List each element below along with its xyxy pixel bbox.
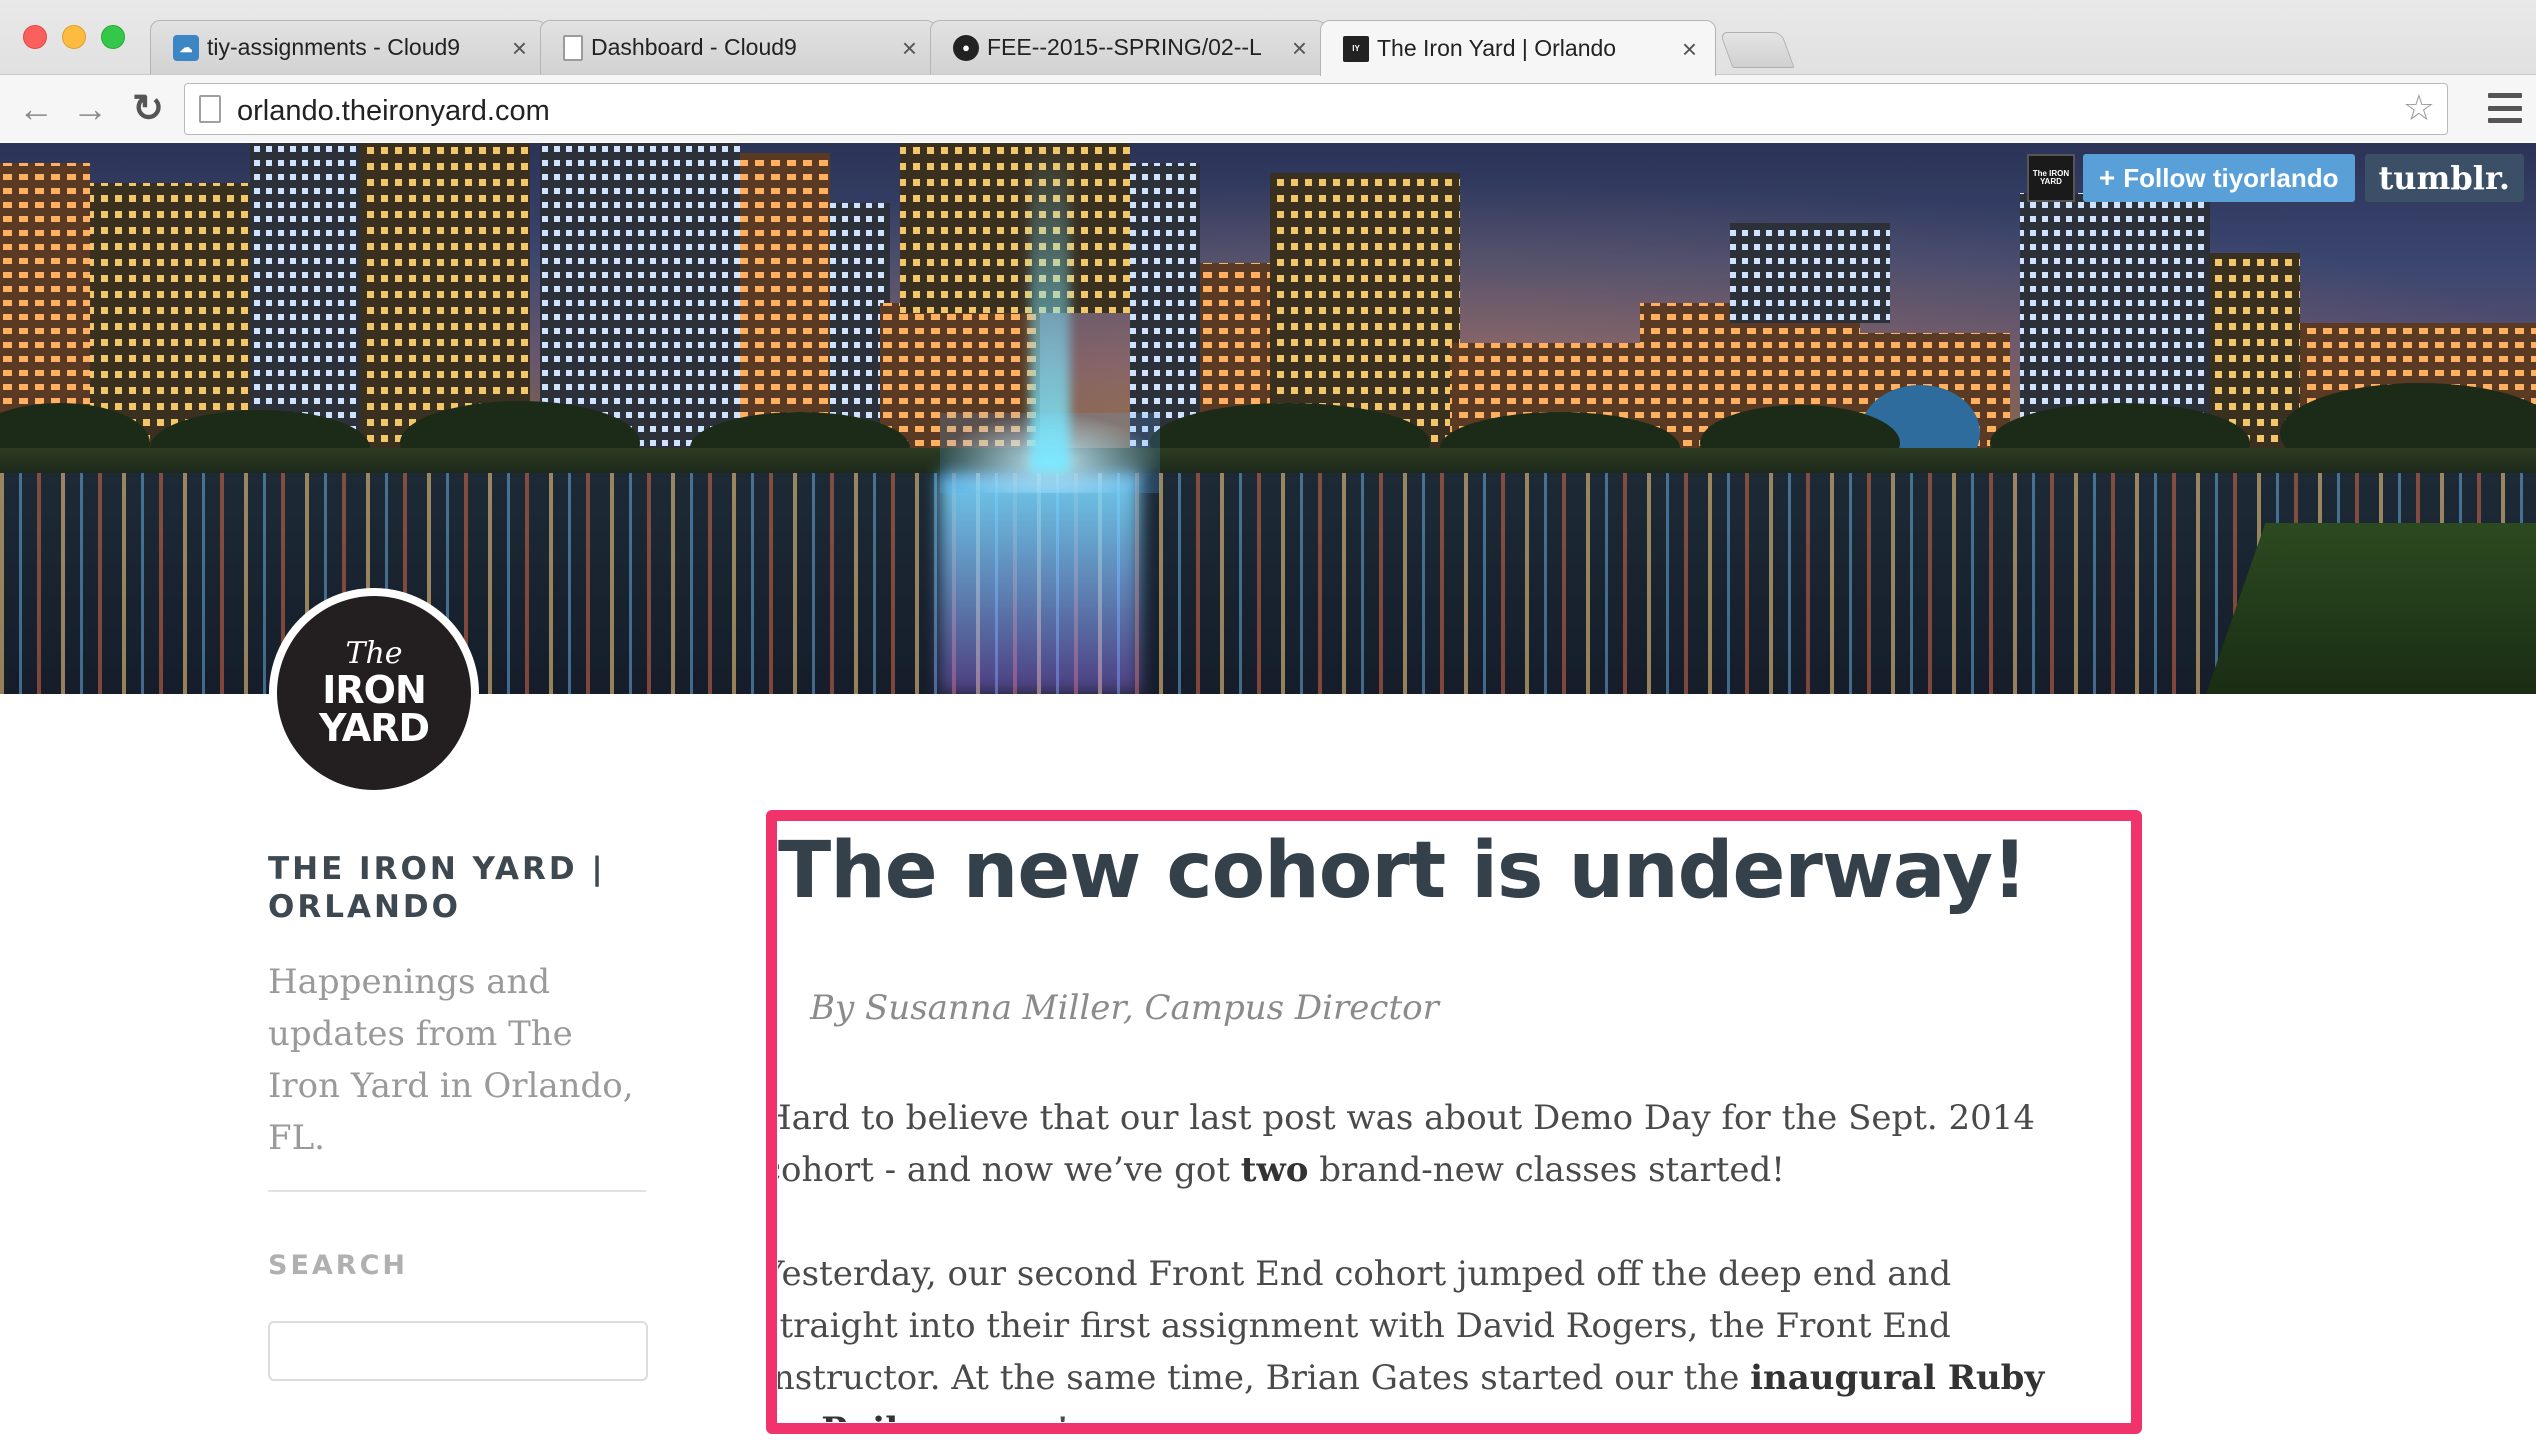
tab-cloud9-dashboard[interactable]: Dashboard - Cloud9 × <box>540 20 936 74</box>
fountain <box>1030 143 1070 473</box>
tumblr-controls: The IRON YARD + Follow tiyorlando tumblr… <box>2026 153 2524 203</box>
search-input[interactable] <box>268 1321 648 1381</box>
tumblr-logo-button[interactable]: tumblr. <box>2364 154 2524 202</box>
bookmark-star-icon[interactable]: ☆ <box>2403 90 2435 126</box>
tab-close-icon[interactable]: × <box>1682 36 1697 62</box>
page-icon <box>199 95 221 123</box>
blog-avatar-icon[interactable]: The IRON YARD <box>2026 154 2075 202</box>
forward-arrow-icon[interactable]: → <box>70 89 110 129</box>
search-heading: SEARCH <box>268 1250 408 1281</box>
url-text[interactable]: orlando.theironyard.com <box>237 95 550 128</box>
logo-text-iron: IRON <box>322 668 427 712</box>
tab-close-icon[interactable]: × <box>512 35 527 61</box>
plus-icon: + <box>2098 162 2116 193</box>
follow-button[interactable]: + Follow tiyorlando <box>2082 154 2355 202</box>
zoom-window-button[interactable] <box>101 25 125 49</box>
iron-yard-logo[interactable]: The IRON YARD <box>269 588 479 798</box>
page-icon <box>563 34 583 61</box>
tab-iron-yard-orlando[interactable]: IY The Iron Yard | Orlando × <box>1320 20 1716 76</box>
minimize-window-button[interactable] <box>62 25 86 49</box>
tab-title: Dashboard - Cloud9 <box>591 34 797 60</box>
github-icon: ● <box>953 34 979 61</box>
browser-menu-icon[interactable] <box>2488 93 2522 123</box>
sidebar: THE IRON YARD | ORLANDO Happenings and u… <box>268 850 648 1381</box>
tab-title: FEE--2015--SPRING/02--L <box>987 34 1262 60</box>
tab-github-repo[interactable]: ● FEE--2015--SPRING/02--L × <box>930 20 1326 74</box>
close-window-button[interactable] <box>23 25 47 49</box>
browser-chrome: ☁ tiy-assignments - Cloud9 × Dashboard -… <box>0 0 2536 142</box>
address-bar[interactable]: orlando.theironyard.com ☆ <box>184 83 2448 135</box>
tab-title: tiy-assignments - Cloud9 <box>207 34 461 60</box>
logo-text-yard: YARD <box>318 706 430 750</box>
reload-icon[interactable]: ↻ <box>128 89 168 129</box>
tab-close-icon[interactable]: × <box>1292 35 1307 61</box>
site-title[interactable]: THE IRON YARD | ORLANDO <box>268 850 648 926</box>
follow-label: Follow tiyorlando <box>2123 162 2339 193</box>
new-tab-button[interactable] <box>1719 32 1795 68</box>
browser-toolbar: ← → ↻ orlando.theironyard.com ☆ <box>0 74 2536 142</box>
logo-text-the: The <box>345 636 403 671</box>
divider <box>268 1190 646 1192</box>
tab-title: The Iron Yard | Orlando <box>1377 35 1617 61</box>
tab-cloud9-assignments[interactable]: ☁ tiy-assignments - Cloud9 × <box>150 20 546 74</box>
site-description: Happenings and updates from The Iron Yar… <box>268 962 634 1158</box>
highlight-frame <box>766 810 2142 1434</box>
back-arrow-icon[interactable]: ← <box>16 89 56 129</box>
cloud9-icon: ☁ <box>173 34 199 61</box>
iron-yard-icon: IY <box>1343 35 1369 62</box>
tab-close-icon[interactable]: × <box>902 35 917 61</box>
